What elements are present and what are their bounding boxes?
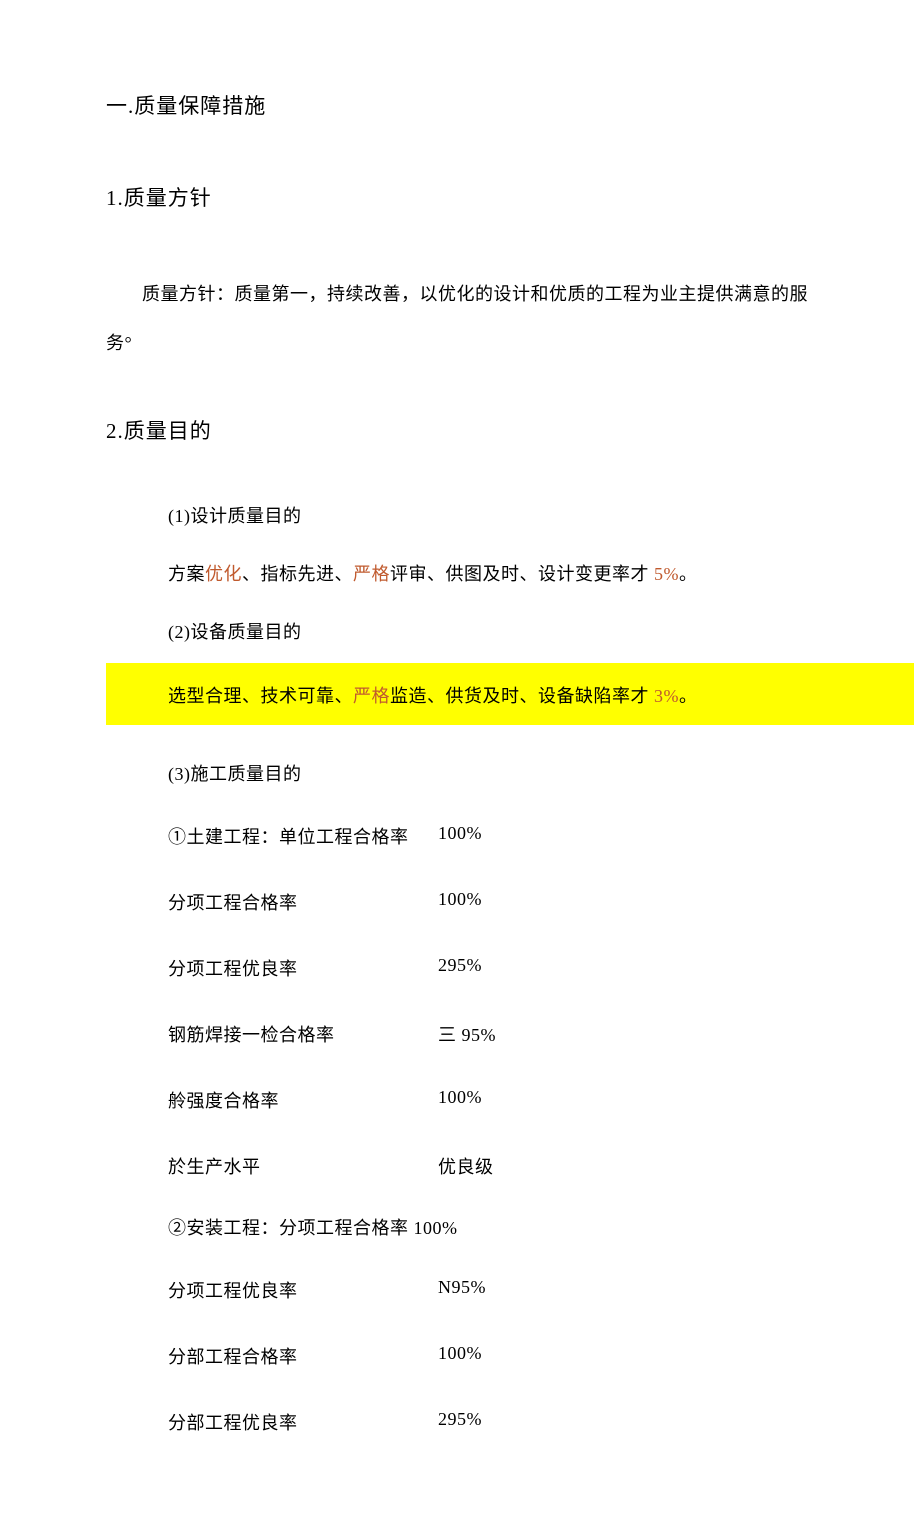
- section-1-heading: 1.质量方针: [106, 182, 810, 212]
- metric-row: 分项工程优良率 295%: [168, 955, 810, 981]
- metric-label: 分项工程优良率: [168, 955, 438, 981]
- goal-3-label: (3)施工质量目的: [168, 765, 810, 783]
- text: 监造、供货及时、设备缺陷率才: [390, 686, 654, 706]
- text: 。: [679, 686, 698, 706]
- text: 评审、供图及时、设计变更率才: [390, 564, 654, 584]
- text: 方案: [168, 564, 205, 584]
- text: 选型合理、技术可靠、: [168, 686, 353, 706]
- metric-row: ①土建工程：单位工程合格率 100%: [168, 823, 810, 849]
- text: 、指标先进、: [242, 564, 353, 584]
- metric-row: 钢筋焊接一检合格率 三 95%: [168, 1021, 810, 1047]
- metric-row: 於生产水平 优良级: [168, 1153, 810, 1179]
- metric-row: 分项工程优良率 N95%: [168, 1277, 810, 1303]
- metric-row: 分部工程合格率 100%: [168, 1343, 810, 1369]
- metric-label: 分项工程合格率: [168, 889, 438, 915]
- metric-value: 295%: [438, 955, 482, 981]
- metric-label: 分部工程合格率: [168, 1343, 438, 1369]
- metric-value: N95%: [438, 1277, 486, 1303]
- goal-2-body: 选型合理、技术可靠、严格监造、供货及时、设备缺陷率才 3%。: [168, 687, 810, 705]
- section-1-body: 质量方针：质量第一，持续改善，以优化的设计和优质的工程为业主提供满意的服务°: [106, 270, 810, 367]
- metric-row: 舲强度合格率 100%: [168, 1087, 810, 1113]
- metric-value: 295%: [438, 1409, 482, 1435]
- metric-label: ①土建工程：单位工程合格率: [168, 823, 438, 849]
- metric-label: 钢筋焊接一检合格率: [168, 1021, 438, 1047]
- section-2-content: (1)设计质量目的 方案优化、指标先进、严格评审、供图及时、设计变更率才 5%。…: [106, 507, 810, 1435]
- metric-value: 100%: [438, 823, 482, 849]
- metric-row: 分部工程优良率 295%: [168, 1409, 810, 1435]
- install-line: ②安装工程：分项工程合格率 100%: [168, 1219, 810, 1237]
- document-page: 一.质量保障措施 1.质量方针 质量方针：质量第一，持续改善，以优化的设计和优质…: [0, 0, 920, 1535]
- goal-1-label: (1)设计质量目的: [168, 507, 810, 525]
- accent-text: 优化: [205, 564, 242, 584]
- metric-value: 三 95%: [438, 1021, 496, 1047]
- main-heading: 一.质量保障措施: [106, 90, 810, 120]
- goal-1-body: 方案优化、指标先进、严格评审、供图及时、设计变更率才 5%。: [168, 565, 810, 583]
- metric-label: 分部工程优良率: [168, 1409, 438, 1435]
- accent-text: 严格: [353, 564, 390, 584]
- metric-label: 於生产水平: [168, 1153, 438, 1179]
- section-2-heading: 2.质量目的: [106, 415, 810, 445]
- metric-label: 分项工程优良率: [168, 1277, 438, 1303]
- metric-value: 优良级: [438, 1153, 494, 1179]
- accent-text: 5%: [654, 564, 679, 584]
- accent-text: 3%: [654, 686, 679, 706]
- goal-2-label: (2)设备质量目的: [168, 623, 810, 641]
- metric-label: 舲强度合格率: [168, 1087, 438, 1113]
- metric-value: 100%: [438, 889, 482, 915]
- accent-text: 严格: [353, 686, 390, 706]
- highlighted-row: 选型合理、技术可靠、严格监造、供货及时、设备缺陷率才 3%。: [106, 663, 914, 725]
- metric-value: 100%: [438, 1087, 482, 1113]
- text: 。: [679, 564, 698, 584]
- metric-row: 分项工程合格率 100%: [168, 889, 810, 915]
- metric-value: 100%: [438, 1343, 482, 1369]
